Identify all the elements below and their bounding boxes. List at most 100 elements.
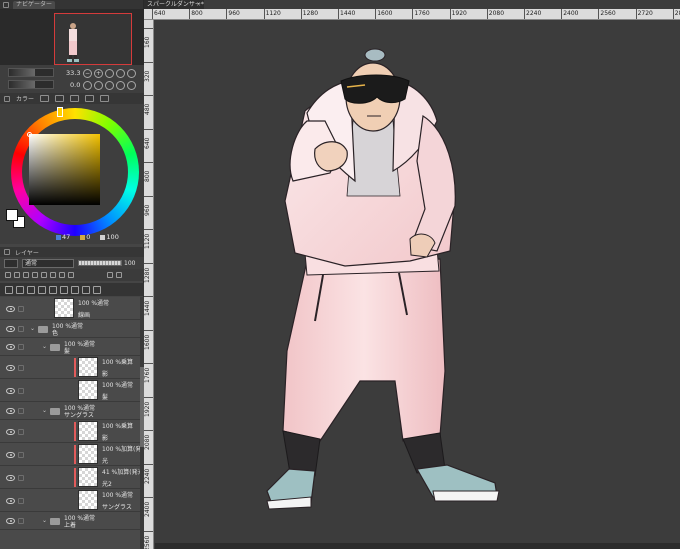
rotate-left-icon[interactable]	[83, 81, 92, 90]
draft-layer-icon[interactable]	[23, 272, 29, 278]
layer-row[interactable]: 100 %通常髪	[0, 379, 140, 402]
drawing-canvas[interactable]	[155, 21, 680, 549]
rotate-right-icon[interactable]	[94, 81, 103, 90]
layer-lock-icon[interactable]	[18, 451, 24, 458]
hue-marker[interactable]	[57, 107, 63, 117]
visibility-eye-icon[interactable]	[6, 408, 15, 414]
folder-expand-icon[interactable]: ⌄	[42, 343, 47, 350]
lock-transparent-icon[interactable]	[41, 272, 47, 278]
tab-layer[interactable]: レイヤー	[15, 248, 39, 257]
layer-color-swatch-icon[interactable]	[107, 272, 113, 278]
layer-thumbnail[interactable]	[78, 357, 98, 377]
rotation-slider[interactable]	[8, 80, 54, 89]
apply-mask-icon[interactable]	[71, 285, 79, 294]
layer-row[interactable]: 100 %乗算影	[0, 356, 140, 379]
intermediate-color-tab-icon[interactable]	[70, 95, 80, 102]
zoom-in-icon[interactable]: +	[94, 69, 103, 78]
transfer-to-lower-icon[interactable]	[38, 285, 46, 294]
layer-thumbnail[interactable]	[78, 444, 98, 464]
layer-row[interactable]: ⌄ 100 %通常色	[0, 320, 140, 338]
layer-lock-icon[interactable]	[18, 344, 24, 350]
flip-vertical-icon[interactable]	[127, 81, 136, 90]
layer-lock-icon[interactable]	[18, 428, 24, 435]
layer-lock-icon[interactable]	[18, 326, 24, 332]
visibility-eye-icon[interactable]	[6, 474, 15, 481]
layer-row[interactable]: 100 %加算(発光) 光	[0, 443, 140, 466]
layer-lock-icon[interactable]	[18, 387, 24, 394]
layer-row[interactable]: 41 %加算(発光) 光2	[0, 466, 140, 489]
new-folder-icon[interactable]	[27, 285, 35, 294]
actual-size-icon[interactable]	[116, 69, 125, 78]
ruler-create-icon[interactable]	[82, 285, 90, 294]
layer-thumbnail[interactable]	[78, 380, 98, 400]
layer-thumbnail[interactable]	[54, 298, 74, 318]
layer-row[interactable]: 100 %通常 サングラス	[0, 489, 140, 512]
layer-thumbnail[interactable]	[78, 490, 98, 510]
main-color-swatch[interactable]	[6, 209, 18, 221]
mask-enable-icon[interactable]	[50, 272, 56, 278]
close-tab-icon[interactable]: ×	[196, 0, 201, 9]
visibility-eye-icon[interactable]	[6, 305, 15, 312]
layer-lock-icon[interactable]	[18, 408, 24, 414]
flip-horizontal-icon[interactable]	[116, 81, 125, 90]
visibility-eye-icon[interactable]	[6, 518, 15, 524]
visibility-eye-icon[interactable]	[6, 387, 15, 394]
panel-menu-icon[interactable]	[3, 1, 9, 8]
layer-row[interactable]: ⌄ 100 %通常 上着	[0, 512, 140, 530]
approximate-color-tab-icon[interactable]	[85, 95, 95, 102]
tab-navigator[interactable]: ナビゲーター	[13, 0, 56, 9]
layer-row[interactable]: ⌄ 100 %通常髪	[0, 338, 140, 356]
color-set-tab-icon[interactable]	[55, 95, 65, 102]
layer-lock-icon[interactable]	[18, 518, 24, 524]
visibility-eye-icon[interactable]	[6, 428, 15, 435]
folder-expand-icon[interactable]: ⌄	[30, 325, 35, 332]
delete-layer-icon[interactable]	[93, 285, 101, 294]
zoom-fit-icon[interactable]	[127, 69, 136, 78]
navigator-preview[interactable]	[0, 9, 144, 65]
visibility-eye-icon[interactable]	[6, 364, 15, 371]
panel-menu-icon[interactable]	[4, 249, 10, 255]
folder-expand-icon[interactable]: ⌄	[42, 407, 47, 414]
folder-expand-icon[interactable]: ⌄	[42, 517, 47, 524]
panel-menu-icon[interactable]	[4, 95, 10, 102]
fit-window-icon[interactable]	[105, 69, 114, 78]
layer-thumbnail[interactable]	[78, 421, 98, 441]
layer-color-icon[interactable]	[68, 272, 74, 278]
visibility-eye-icon[interactable]	[6, 451, 15, 458]
visibility-eye-icon[interactable]	[6, 326, 15, 332]
new-raster-layer-icon[interactable]	[5, 285, 13, 294]
zoom-slider[interactable]	[8, 68, 54, 77]
vertical-ruler[interactable]: 160 320 480 640 800 960 1120 1280 1440 1600 1760 19…	[144, 20, 154, 549]
layer-row[interactable]: 100 %乗算影	[0, 420, 140, 443]
blend-mode-select[interactable]: 通常	[22, 259, 74, 268]
color-slider-tab-icon[interactable]	[40, 95, 50, 102]
layer-lock-icon[interactable]	[18, 497, 24, 504]
layer-row[interactable]: ⌄ 100 %通常 サングラス	[0, 402, 140, 420]
layer-color-settings-icon[interactable]	[116, 272, 122, 278]
layer-lock-icon[interactable]	[18, 364, 24, 371]
layer-row[interactable]: 100 %通常 線画	[0, 297, 140, 320]
clip-icon[interactable]	[5, 272, 11, 278]
reference-layer-icon[interactable]	[14, 272, 20, 278]
saturation-value-square[interactable]	[29, 134, 100, 205]
color-history-tab-icon[interactable]	[100, 95, 110, 102]
lock-icon[interactable]	[32, 272, 38, 278]
create-mask-icon[interactable]	[60, 285, 68, 294]
new-vector-layer-icon[interactable]	[16, 285, 24, 294]
visibility-eye-icon[interactable]	[6, 497, 15, 504]
layer-property-icon[interactable]	[4, 259, 18, 268]
layer-thumbnail[interactable]	[78, 467, 98, 487]
reset-rotation-icon[interactable]	[105, 81, 114, 90]
canvas-document-tab[interactable]: スパークルダンサー* ×	[144, 0, 204, 9]
ruler-icon[interactable]	[59, 272, 65, 278]
visibility-eye-icon[interactable]	[6, 344, 15, 350]
combine-lower-icon[interactable]	[49, 285, 57, 294]
layer-lock-icon[interactable]	[18, 474, 24, 481]
saturation-value-marker[interactable]	[27, 132, 32, 137]
horizontal-ruler[interactable]: 640 800 960 1120 1280 1440 1600 1760 1920 2080 224…	[144, 9, 680, 20]
opacity-slider[interactable]	[78, 260, 122, 266]
layer-lock-icon[interactable]	[18, 305, 24, 312]
tab-color-wheel[interactable]: カラー	[16, 94, 34, 103]
layer-list[interactable]: 100 %通常 線画 ⌄ 100 %通常色 ⌄ 100 %通常髪 100 %乗算影 100 %…	[0, 297, 140, 549]
zoom-out-icon[interactable]: −	[83, 69, 92, 78]
